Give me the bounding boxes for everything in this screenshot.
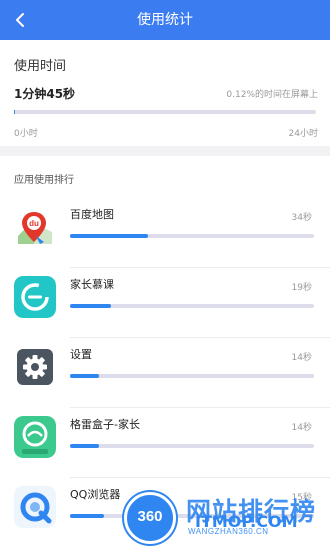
app-header: 使用统计 xyxy=(0,0,330,40)
app-usage-track xyxy=(70,374,314,378)
watermark-logo-number: 360 xyxy=(137,508,163,525)
app-row-baidu-map[interactable]: du 百度地图 34秒 xyxy=(0,198,330,268)
usage-duration: 1分钟45秒 xyxy=(14,87,76,101)
app-time: 19秒 xyxy=(291,283,312,293)
app-name: 格雷盒子-家长 xyxy=(70,418,140,431)
usage-percent-text: 0.12%的时间在屏幕上 xyxy=(226,90,318,100)
baidu-map-icon: du xyxy=(14,206,56,248)
watermark-brand: ITMOP.COM xyxy=(195,512,298,531)
usage-time-card: 使用时间 1分钟45秒 0.12%的时间在屏幕上 0小时 24小时 xyxy=(0,40,330,146)
app-time: 34秒 xyxy=(291,213,312,223)
app-name: 家长慕课 xyxy=(70,278,114,291)
scale-min-label: 0小时 xyxy=(14,129,38,139)
parent-mooc-icon xyxy=(14,276,56,318)
app-time: 14秒 xyxy=(291,423,312,433)
usage-progress-track xyxy=(14,110,316,114)
app-row-parent-mooc[interactable]: 家长慕课 19秒 xyxy=(0,268,330,338)
page-title: 使用统计 xyxy=(137,12,193,28)
app-usage-track xyxy=(70,304,314,308)
usage-stats-screen: 使用统计 使用时间 1分钟45秒 0.12%的时间在屏幕上 0小时 24小时 应… xyxy=(0,0,330,550)
app-usage-fill xyxy=(70,514,105,518)
app-usage-fill xyxy=(70,444,100,448)
settings-gear-icon xyxy=(14,346,56,388)
gelei-box-icon xyxy=(14,416,56,458)
app-row-settings[interactable]: 设置 14秒 xyxy=(0,338,330,408)
ranking-heading: 应用使用排行 xyxy=(14,175,74,186)
app-usage-track xyxy=(70,234,314,238)
app-row-gelei-box[interactable]: 格雷盒子-家长 14秒 xyxy=(0,408,330,478)
app-name: QQ浏览器 xyxy=(70,488,121,501)
usage-time-heading: 使用时间 xyxy=(14,59,67,74)
app-usage-fill xyxy=(70,234,149,238)
app-usage-fill xyxy=(70,374,100,378)
app-name: 百度地图 xyxy=(70,208,114,221)
svg-text:du: du xyxy=(29,219,39,228)
app-usage-fill xyxy=(70,304,112,308)
app-usage-track xyxy=(70,444,314,448)
scale-max-label: 24小时 xyxy=(288,129,318,139)
app-time: 14秒 xyxy=(291,353,312,363)
app-name: 设置 xyxy=(70,348,92,361)
qq-browser-icon xyxy=(14,486,56,528)
